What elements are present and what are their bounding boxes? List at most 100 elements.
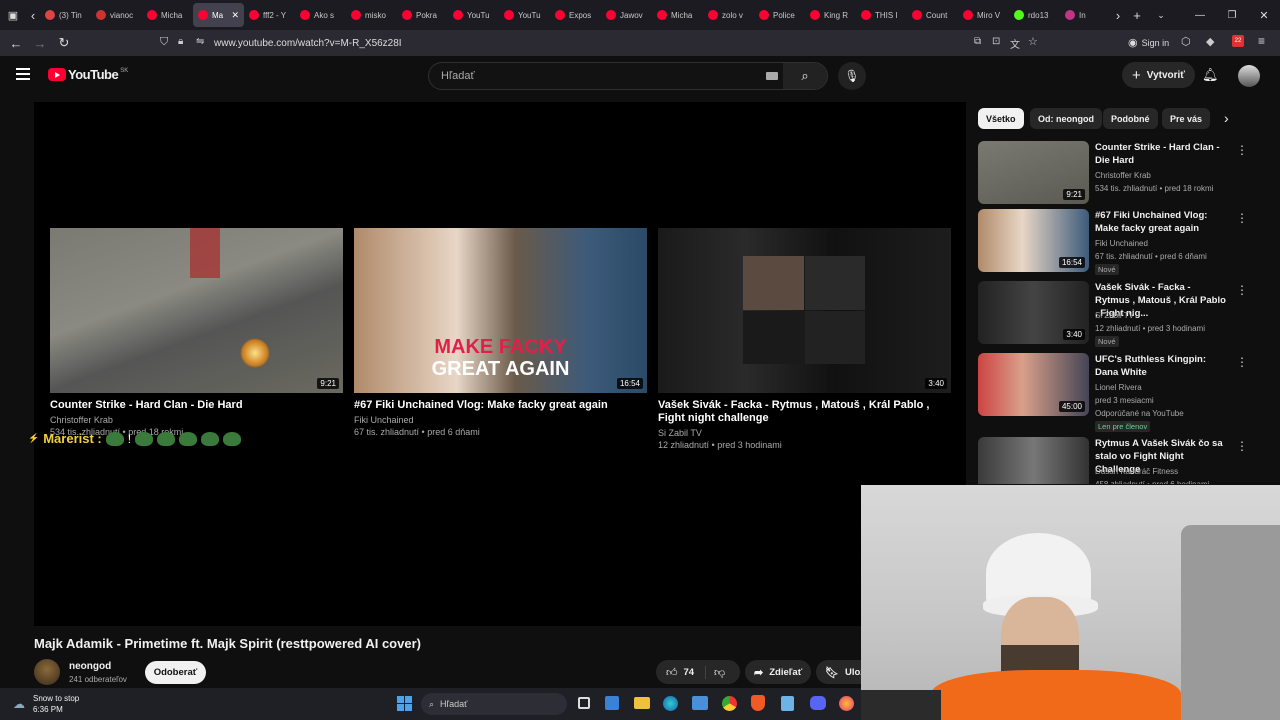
video-thumbnail[interactable] xyxy=(978,437,1089,484)
more-options-icon[interactable]: ⋮ xyxy=(1236,439,1248,453)
url-text[interactable]: www.youtube.com/watch?v=M-R_X56z28I xyxy=(214,38,402,49)
menu-icon[interactable]: ≡ xyxy=(1258,34,1265,48)
channel-name[interactable]: Lionel Rivera xyxy=(1095,381,1142,394)
more-options-icon[interactable]: ⋮ xyxy=(1236,283,1248,297)
weather-text[interactable]: Snow to stop xyxy=(33,694,79,703)
keyboard-icon[interactable] xyxy=(766,72,778,80)
store-icon[interactable] xyxy=(605,696,619,710)
sidebar-video-item[interactable]: Rytmus A Vašek Sivák čo sa stalo vo Figh… xyxy=(978,437,1258,484)
filter-chip[interactable]: Pre vás xyxy=(1162,108,1211,129)
browser-tab[interactable]: Micha xyxy=(652,3,703,27)
forward-icon[interactable]: → xyxy=(28,31,52,55)
chrome-icon[interactable] xyxy=(722,696,737,711)
channel-name[interactable]: Si Zabil TV xyxy=(1095,309,1134,322)
channel-name[interactable]: Fiki Unchained xyxy=(354,414,647,426)
close-window-icon[interactable]: ✕ xyxy=(1248,3,1280,27)
video-thumbnail[interactable]: 3:40 xyxy=(658,228,951,393)
filter-chip[interactable]: Všetko xyxy=(978,108,1024,129)
search-input[interactable]: Hľadať xyxy=(441,70,475,82)
sidebar-video-item[interactable]: 3:40 Vašek Sivák - Facka - Rytmus , Mato… xyxy=(978,281,1258,347)
browser-tab[interactable]: rdo13 xyxy=(1009,3,1060,27)
browser-tab[interactable]: Expos xyxy=(550,3,601,27)
browser-tab[interactable]: Ako s xyxy=(295,3,346,27)
browser-tab[interactable]: Jawov xyxy=(601,3,652,27)
video-thumbnail[interactable]: MAKE FACKY GREAT AGAIN 16:54 xyxy=(354,228,647,393)
browser-tab[interactable]: Ma ✕ xyxy=(193,3,244,27)
screenshot-icon[interactable]: ⊡ xyxy=(992,36,1000,47)
filter-chip[interactable]: Od: neongod xyxy=(1030,108,1102,129)
video-thumbnail[interactable]: 16:54 xyxy=(978,209,1089,272)
subscribe-button[interactable]: Odoberať xyxy=(145,661,206,684)
brave-icon[interactable] xyxy=(751,695,765,711)
new-tab-icon[interactable]: + xyxy=(1125,3,1149,27)
browser-tab[interactable]: (3) Tin xyxy=(40,3,91,27)
channel-name[interactable]: Fiki Unchained xyxy=(1095,237,1148,250)
video-title[interactable]: Counter Strike - Hard Clan - Die Hard xyxy=(50,399,343,412)
channel-name[interactable]: Dušan Kandráč Fitness xyxy=(1095,465,1178,478)
file-explorer-icon[interactable] xyxy=(634,697,650,709)
browser-tab[interactable]: fff2 - Y xyxy=(244,3,295,27)
video-thumbnail[interactable]: 9:21 xyxy=(978,141,1089,204)
url-bar[interactable]: ⛉ 🔒︎ ⇋ www.youtube.com/watch?v=M-R_X56z2… xyxy=(150,32,1050,54)
channel-name[interactable]: neongod xyxy=(69,661,111,672)
end-screen-video-card[interactable]: 9:21 Counter Strike - Hard Clan - Die Ha… xyxy=(50,228,343,438)
browser-tab[interactable]: Police xyxy=(754,3,805,27)
hamburger-menu-icon[interactable] xyxy=(16,68,30,80)
browser-tab[interactable]: Miro V xyxy=(958,3,1009,27)
page-settings-icon[interactable]: ⇋ xyxy=(196,36,204,47)
create-button[interactable]: + Vytvoriť xyxy=(1122,62,1196,88)
chips-next-icon[interactable]: › xyxy=(1224,110,1229,126)
end-screen-video-card[interactable]: 3:40 Vašek Sivák - Facka - Rytmus , Mato… xyxy=(658,228,951,451)
video-player[interactable]: 9:21 Counter Strike - Hard Clan - Die Ha… xyxy=(28,102,966,626)
share-button[interactable]: ➦ Zdieľať xyxy=(745,660,811,684)
dislike-button[interactable]: 👎︎ xyxy=(706,663,725,681)
voice-search-button[interactable]: 🎙︎ xyxy=(838,62,866,90)
tabs-scroll-right-icon[interactable]: › xyxy=(1111,3,1125,27)
pip-icon[interactable]: ⧉ xyxy=(974,36,981,47)
translate-icon[interactable]: 文 xyxy=(1010,36,1020,51)
browser-tab[interactable]: Count xyxy=(907,3,958,27)
video-thumbnail[interactable]: 45:00 xyxy=(978,353,1089,416)
more-options-icon[interactable]: ⋮ xyxy=(1236,143,1248,157)
video-title[interactable]: Vašek Sivák - Facka - Rytmus , Matouš , … xyxy=(658,399,951,425)
back-icon[interactable]: ← xyxy=(4,31,28,55)
sidebar-video-item[interactable]: 45:00 UFC's Ruthless Kingpin: Dana White… xyxy=(978,353,1258,432)
minimize-icon[interactable]: — xyxy=(1184,3,1216,27)
more-options-icon[interactable]: ⋮ xyxy=(1236,355,1248,369)
browser-tab[interactable]: zolo v xyxy=(703,3,754,27)
browser-tab[interactable]: YouTu xyxy=(499,3,550,27)
video-title[interactable]: Counter Strike - Hard Clan - Die Hard xyxy=(1095,141,1227,167)
channel-name[interactable]: Christoffer Krab xyxy=(1095,169,1151,182)
browser-tab[interactable]: In xyxy=(1060,3,1111,27)
end-screen-video-card[interactable]: MAKE FACKY GREAT AGAIN 16:54 #67 Fiki Un… xyxy=(354,228,647,438)
photos-icon[interactable] xyxy=(692,696,708,710)
account-button[interactable]: ◉ Sign in xyxy=(1128,36,1169,49)
browser-tab[interactable]: King R xyxy=(805,3,856,27)
video-thumbnail[interactable]: 3:40 xyxy=(978,281,1089,344)
firefox-icon[interactable] xyxy=(839,696,854,711)
maximize-icon[interactable]: ❐ xyxy=(1216,3,1248,27)
browser-tab[interactable]: misko xyxy=(346,3,397,27)
extensions-icon[interactable]: ⬡ xyxy=(1181,35,1191,48)
windows-start-icon[interactable] xyxy=(397,696,412,711)
browser-tab[interactable]: THIS I xyxy=(856,3,907,27)
extension-shield-icon[interactable]: ◆ xyxy=(1206,35,1214,48)
channel-name[interactable]: Si Zabil TV xyxy=(658,427,951,439)
like-button[interactable]: 👍︎ 74 xyxy=(656,665,706,679)
tabs-scroll-left-icon[interactable]: ‹ xyxy=(26,3,40,27)
search-box[interactable]: Hľadať ⌕ xyxy=(428,62,828,90)
channel-name[interactable]: Christoffer Krab xyxy=(50,414,343,426)
taskbar-time[interactable]: 6:36 PM xyxy=(33,705,63,714)
bookmark-star-icon[interactable]: ☆ xyxy=(1028,35,1038,48)
discord-icon[interactable] xyxy=(810,696,826,710)
edge-icon[interactable] xyxy=(663,696,678,711)
tab-list-icon[interactable]: ▣ xyxy=(0,3,26,27)
close-tab-icon[interactable]: ✕ xyxy=(231,10,239,21)
user-avatar[interactable] xyxy=(1238,65,1260,87)
browser-tab[interactable]: vianoc xyxy=(91,3,142,27)
channel-avatar[interactable] xyxy=(34,659,60,685)
sidebar-video-item[interactable]: 16:54 #67 Fiki Unchained Vlog: Make fack… xyxy=(978,209,1258,275)
video-thumbnail[interactable]: 9:21 xyxy=(50,228,343,393)
filter-chip[interactable]: Podobné xyxy=(1103,108,1158,129)
video-title[interactable]: #67 Fiki Unchained Vlog: Make facky grea… xyxy=(354,399,647,412)
